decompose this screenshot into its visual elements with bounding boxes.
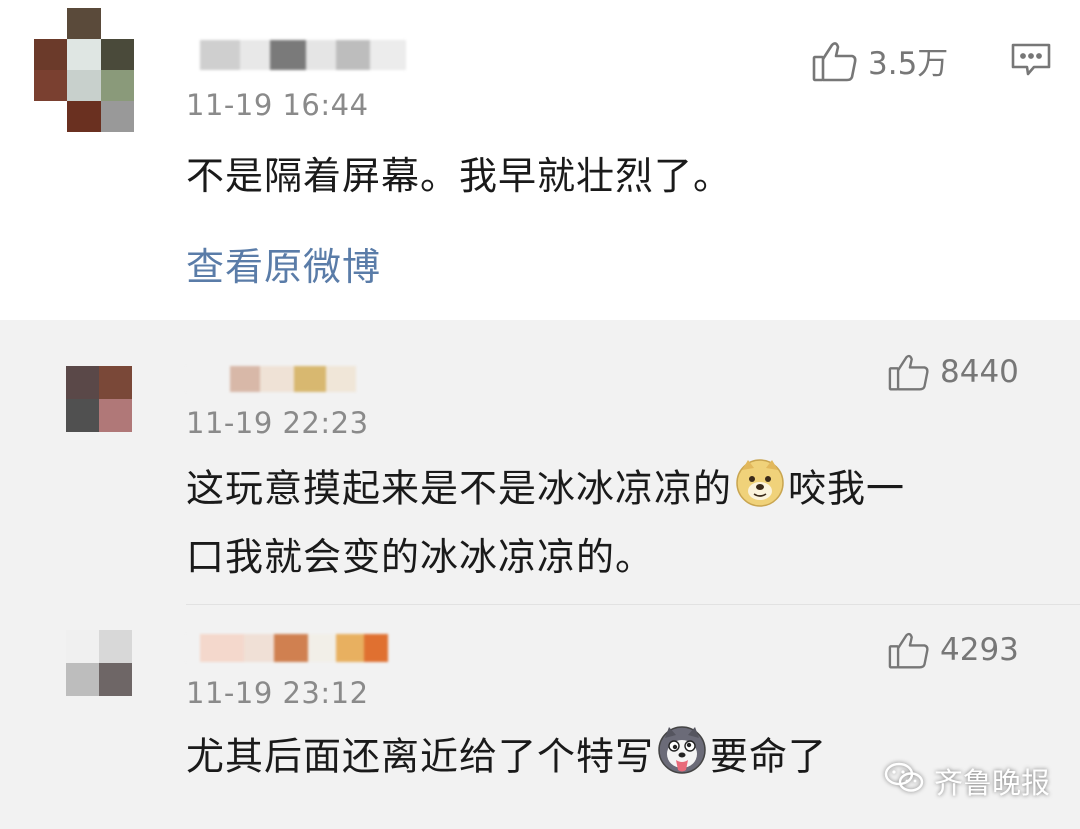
reply-text-part: 这玩意摸起来是不是冰冰凉凉的	[186, 466, 733, 511]
comment-bubble-icon[interactable]	[1010, 42, 1052, 82]
avatar[interactable]	[66, 630, 132, 696]
thumbs-up-icon	[888, 630, 930, 670]
main-comment: 3.5万 11-19 16:44 不是隔着屏幕。我早就壮烈了。 查看原微博	[0, 0, 1080, 320]
watermark: 齐鲁晚报	[884, 760, 1050, 802]
watermark-text: 齐鲁晚报	[933, 766, 1050, 800]
comment-time: 11-19 16:44	[186, 88, 369, 122]
like-button[interactable]: 8440	[888, 352, 1019, 392]
reply-text: 这玩意摸起来是不是冰冰凉凉的 咬我一 口我就会变的冰冰凉凉的。	[186, 456, 1046, 588]
avatar[interactable]	[34, 8, 134, 132]
wechat-icon	[884, 761, 924, 802]
husky-emoji	[656, 724, 708, 794]
reply-text-part: 口我就会变的冰冰凉凉的。	[186, 535, 655, 579]
username-blurred[interactable]	[186, 38, 406, 72]
like-count: 4293	[940, 632, 1019, 668]
like-count: 8440	[940, 354, 1019, 390]
username-blurred[interactable]	[186, 632, 388, 664]
comment-text: 不是隔着屏幕。我早就壮烈了。	[186, 154, 733, 198]
reply-text-part: 咬我一	[788, 466, 906, 511]
reply-text-part: 要命了	[710, 734, 828, 779]
like-button[interactable]: 3.5万	[812, 38, 948, 83]
reply-time: 11-19 23:12	[186, 676, 369, 710]
reply-time: 11-19 22:23	[186, 406, 369, 440]
like-button[interactable]: 4293	[888, 630, 1019, 670]
reply-text-part: 尤其后面还离近给了个特写	[186, 734, 655, 779]
avatar[interactable]	[66, 366, 132, 432]
doge-emoji	[734, 456, 786, 526]
username-blurred[interactable]	[186, 364, 356, 394]
thumbs-up-icon	[888, 352, 930, 392]
thumbs-up-icon	[812, 39, 858, 83]
view-original-link[interactable]: 查看原微博	[186, 236, 381, 291]
like-count: 3.5万	[868, 46, 949, 82]
divider	[186, 604, 1080, 605]
